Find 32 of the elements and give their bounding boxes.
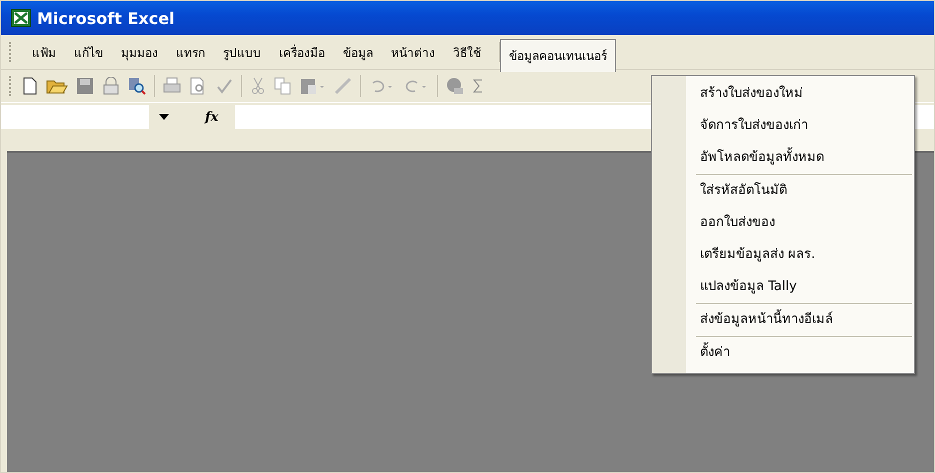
menu-item[interactable]: อัพโหลดข้อมูลทั้งหมด	[652, 142, 914, 174]
menu-item[interactable]: ส่งข้อมูลหน้านี้ทางอีเมล์	[652, 304, 914, 336]
menu-item[interactable]: สร้างใบส่งของใหม่	[652, 78, 914, 110]
dropdown-arrow-icon[interactable]	[159, 114, 169, 120]
menu-item[interactable]: มุมมอง	[113, 38, 166, 66]
save-icon[interactable]	[76, 77, 94, 95]
sum-icon[interactable]	[472, 77, 484, 95]
menu-item[interactable]: แทรก	[168, 38, 213, 66]
menu-item[interactable]: ตั้งค่า	[652, 337, 914, 369]
menu-item[interactable]: วิธีใช้	[445, 38, 489, 66]
menu-item[interactable]: แปลงข้อมูล Tally	[652, 271, 914, 303]
spreadsheet-icon	[11, 9, 31, 27]
printer-icon[interactable]	[163, 77, 181, 95]
menu-item[interactable]: เครื่องมือ	[271, 38, 333, 66]
menu-item[interactable]: จัดการใบส่งของเก่า	[652, 110, 914, 142]
menu-item[interactable]: ออกใบส่งของ	[652, 207, 914, 239]
menu-item[interactable]: รูปแบบ	[215, 38, 269, 66]
menu-item[interactable]: เตรียมข้อมูลส่ง ผลร.	[652, 239, 914, 271]
scissors-icon[interactable]	[250, 77, 266, 95]
clipboard-icon[interactable]	[300, 77, 326, 95]
function-label[interactable]: fx	[205, 110, 235, 124]
menu-item[interactable]: หน้าต่าง	[383, 38, 443, 66]
menu-item[interactable]: ข้อมูล	[335, 38, 381, 66]
copy-icon[interactable]	[274, 77, 292, 95]
search-icon[interactable]	[128, 77, 146, 95]
menu-item[interactable]: แก้ไข	[66, 38, 111, 66]
menu-item[interactable]: แฟ้ม	[24, 38, 64, 66]
window-title: Microsoft Excel	[37, 8, 175, 28]
spelling-icon[interactable]	[215, 77, 233, 95]
menu-item[interactable]: ข้อมูลคอนเทนเนอร์	[500, 38, 616, 72]
new-document-icon[interactable]	[22, 77, 38, 95]
menu-item[interactable]: ใส่รหัสอัตโนมัติ	[652, 175, 914, 207]
